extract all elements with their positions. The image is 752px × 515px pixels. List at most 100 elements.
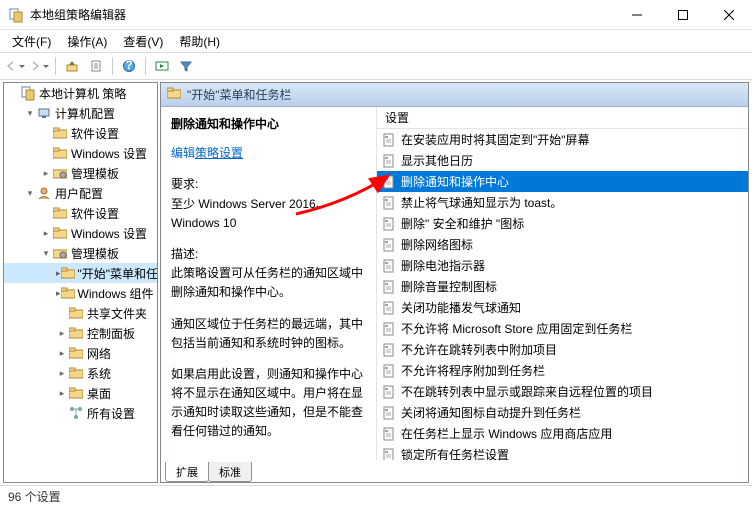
expand-toggle-icon[interactable]: ▸ [40, 228, 52, 239]
window-title: 本地组策略编辑器 [30, 6, 614, 23]
setting-icon [381, 384, 397, 400]
tree-node-label: 计算机配置 [55, 105, 115, 122]
setting-label: 不允许将程序附加到任务栏 [401, 362, 545, 379]
description-title: 删除通知和操作中心 [171, 115, 366, 134]
setting-label: 禁止将气球通知显示为 toast。 [401, 194, 562, 211]
tree-item-cc_sw[interactable]: 软件设置 [4, 123, 157, 143]
folder-icon [167, 87, 181, 102]
toolbar-forward-button[interactable] [28, 55, 50, 77]
settings-list-wrap: 设置 在安装应用时将其固定到"开始"屏幕显示其他日历删除通知和操作中心禁止将气球… [376, 107, 748, 460]
menu-file[interactable]: 文件(F) [6, 31, 57, 52]
tree-node-icon [68, 325, 84, 341]
tree-node-icon [68, 385, 84, 401]
tab-extended[interactable]: 扩展 [165, 462, 209, 482]
tree-node-icon [20, 85, 36, 101]
expand-toggle-icon[interactable]: ▸ [56, 328, 68, 339]
tree-item-uc_sw[interactable]: 软件设置 [4, 203, 157, 223]
setting-row[interactable]: 不允许将程序附加到任务栏 [377, 360, 748, 381]
toolbar-properties-button[interactable] [85, 55, 107, 77]
setting-label: 删除音量控制图标 [401, 278, 497, 295]
menu-help[interactable]: 帮助(H) [173, 31, 226, 52]
expand-toggle-icon[interactable]: ▸ [56, 368, 68, 379]
menu-action[interactable]: 操作(A) [61, 31, 113, 52]
toolbar-back-button[interactable] [4, 55, 26, 77]
expand-toggle-icon[interactable]: ▾ [24, 188, 36, 199]
tree-item-uc[interactable]: ▾ 用户配置 [4, 183, 157, 203]
setting-row[interactable]: 显示其他日历 [377, 150, 748, 171]
tree-item-net[interactable]: ▸ 网络 [4, 343, 157, 363]
tree-node-icon [68, 405, 84, 421]
tree-node-icon [68, 345, 84, 361]
tree-item-uc_win[interactable]: ▸Windows 设置 [4, 223, 157, 243]
setting-row[interactable]: 关闭功能播发气球通知 [377, 297, 748, 318]
edit-policy-link[interactable]: 策略设置 [195, 146, 243, 160]
setting-row[interactable]: 不允许在跳转列表中附加项目 [377, 339, 748, 360]
tree-item-cc_win[interactable]: Windows 设置 [4, 143, 157, 163]
tab-standard[interactable]: 标准 [208, 462, 252, 482]
toolbar-separator [145, 57, 146, 75]
setting-row[interactable]: 锁定所有任务栏设置 [377, 444, 748, 460]
tree-item-uc_adm[interactable]: ▾管理模板 [4, 243, 157, 263]
setting-row[interactable]: 禁止将气球通知显示为 toast。 [377, 192, 748, 213]
expand-toggle-icon[interactable]: ▾ [40, 248, 52, 259]
tree-node-icon [52, 125, 68, 141]
tree-node-label: 网络 [87, 345, 111, 362]
menu-view[interactable]: 查看(V) [117, 31, 169, 52]
setting-row[interactable]: 删除网络图标 [377, 234, 748, 255]
setting-row[interactable]: 不允许将 Microsoft Store 应用固定到任务栏 [377, 318, 748, 339]
tree-item-start[interactable]: ▸"开始"菜单和任务栏 [4, 263, 157, 283]
setting-row[interactable]: 删除音量控制图标 [377, 276, 748, 297]
description-paragraph: 如果启用此设置，则通知和操作中心将不显示在通知区域中。用户将在显示通知时读取这些… [171, 365, 366, 442]
setting-row[interactable]: 关闭将通知图标自动提升到任务栏 [377, 402, 748, 423]
setting-icon [381, 342, 397, 358]
setting-icon [381, 174, 397, 190]
toolbar-separator [112, 57, 113, 75]
toolbar-help-button[interactable]: ? [118, 55, 140, 77]
tree-item-cc[interactable]: ▾ 计算机配置 [4, 103, 157, 123]
menu-bar: 文件(F) 操作(A) 查看(V) 帮助(H) [0, 30, 752, 52]
setting-row[interactable]: 删除通知和操作中心 [377, 171, 748, 192]
edit-policy-link-row: 编辑策略设置 [171, 144, 366, 163]
tree-node-icon [61, 265, 75, 281]
tree-node-icon [52, 205, 68, 221]
tree-node-icon [52, 225, 68, 241]
tree-item-wincomp[interactable]: ▸Windows 组件 [4, 283, 157, 303]
tree-item-root[interactable]: 本地计算机 策略 [4, 83, 157, 103]
setting-icon [381, 426, 397, 442]
tree-item-desk[interactable]: ▸桌面 [4, 383, 157, 403]
maximize-button[interactable] [660, 0, 706, 30]
tree-item-ctrl[interactable]: ▸ 控制面板 [4, 323, 157, 343]
toolbar-filter-button[interactable] [175, 55, 197, 77]
expand-toggle-icon[interactable]: ▸ [56, 388, 68, 399]
expand-toggle-icon[interactable]: ▾ [24, 108, 36, 119]
tree-item-sys[interactable]: ▸系统 [4, 363, 157, 383]
setting-row[interactable]: 删除" 安全和维护 "图标 [377, 213, 748, 234]
setting-icon [381, 237, 397, 253]
window-controls [614, 0, 752, 30]
column-header-setting[interactable]: 设置 [377, 107, 748, 129]
tree-item-all[interactable]: 所有设置 [4, 403, 157, 423]
tree-node-icon [52, 245, 68, 261]
toolbar-run-button[interactable] [151, 55, 173, 77]
tree-item-share[interactable]: 共享文件夹 [4, 303, 157, 323]
close-button[interactable] [706, 0, 752, 30]
tree-item-cc_adm[interactable]: ▸管理模板 [4, 163, 157, 183]
setting-row[interactable]: 在任务栏上显示 Windows 应用商店应用 [377, 423, 748, 444]
tree-node-label: 用户配置 [55, 185, 103, 202]
setting-label: 不允许将 Microsoft Store 应用固定到任务栏 [401, 320, 632, 337]
expand-toggle-icon[interactable]: ▸ [40, 168, 52, 179]
setting-row[interactable]: 删除电池指示器 [377, 255, 748, 276]
tree-node-label: 软件设置 [71, 125, 119, 142]
tree-node-icon [68, 305, 84, 321]
settings-list[interactable]: 在安装应用时将其固定到"开始"屏幕显示其他日历删除通知和操作中心禁止将气球通知显… [377, 129, 748, 460]
status-text: 96 个设置 [8, 488, 61, 505]
setting-row[interactable]: 不在跳转列表中显示或跟踪来自远程位置的项目 [377, 381, 748, 402]
content-body: 删除通知和操作中心 编辑策略设置 要求: 至少 Windows Server 2… [161, 107, 748, 460]
toolbar-up-button[interactable] [61, 55, 83, 77]
tree-node-label: 控制面板 [87, 325, 135, 342]
tree-node-icon [52, 145, 68, 161]
tree-pane[interactable]: 本地计算机 策略▾计算机配置软件设置Windows 设置▸管理模板▾用户配置软件… [3, 82, 158, 483]
minimize-button[interactable] [614, 0, 660, 30]
expand-toggle-icon[interactable]: ▸ [56, 348, 68, 359]
setting-row[interactable]: 在安装应用时将其固定到"开始"屏幕 [377, 129, 748, 150]
